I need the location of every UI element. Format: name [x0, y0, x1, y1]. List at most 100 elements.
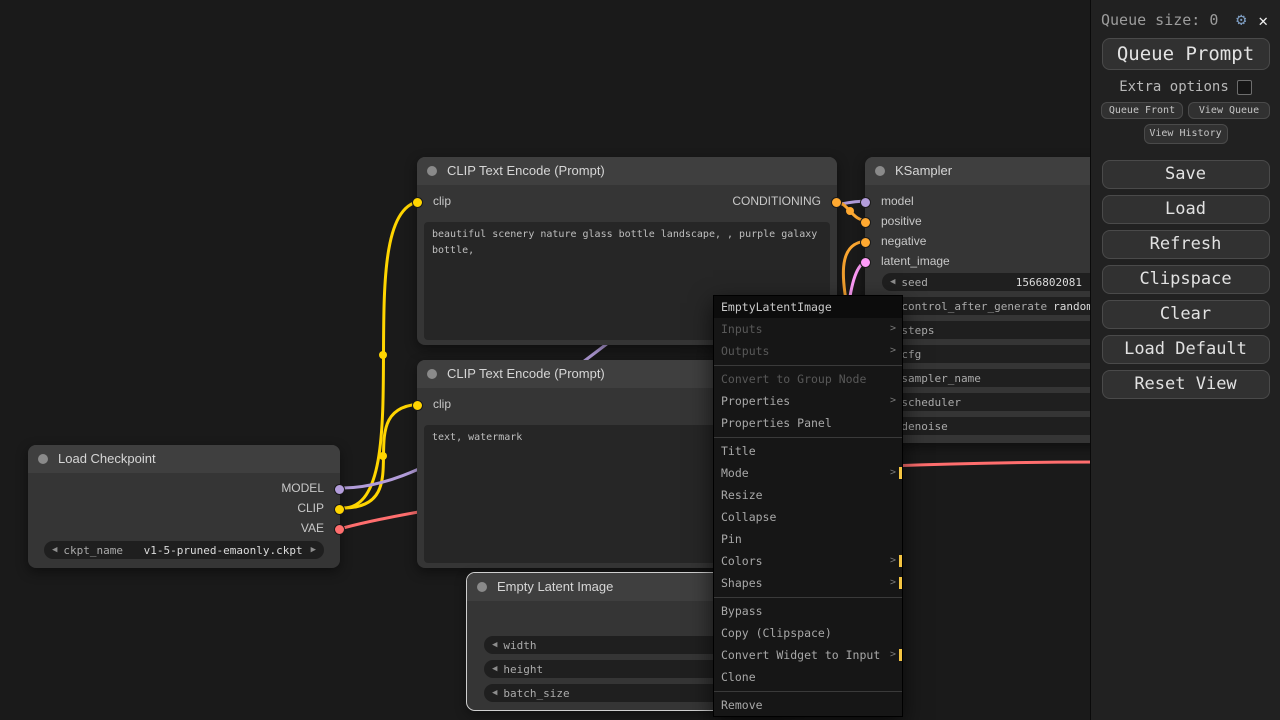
menu-item-colors[interactable]: Colors >: [714, 550, 902, 572]
widget-label: ckpt_name: [63, 543, 124, 557]
menu-separator: [714, 596, 902, 598]
menu-item-bypass[interactable]: Bypass: [714, 600, 902, 622]
model-output-port[interactable]: [334, 484, 345, 495]
menu-item-pin[interactable]: Pin: [714, 528, 902, 550]
positive-input-label: positive: [881, 214, 922, 228]
widget-label: cfg: [901, 347, 922, 361]
widget-decrement-icon[interactable]: ◀: [492, 664, 497, 674]
conditioning-output-port[interactable]: [831, 197, 842, 208]
reset-view-button[interactable]: Reset View: [1101, 370, 1270, 399]
load-button[interactable]: Load: [1101, 195, 1270, 224]
latent-image-input-port[interactable]: [860, 257, 871, 268]
menu-item-mode[interactable]: Mode >: [714, 462, 902, 484]
widget-label: sampler_name: [901, 371, 981, 385]
link-dot: [846, 207, 854, 215]
menu-separator: [714, 436, 902, 438]
negative-input-port[interactable]: [860, 237, 871, 248]
menu-separator: [714, 364, 902, 366]
clip-input-label: clip: [433, 194, 452, 208]
submenu-arrow-icon: >: [889, 345, 896, 356]
submenu-arrow-icon: >: [889, 323, 896, 334]
node-title: Empty Latent Image: [497, 579, 614, 594]
combo-prev-icon[interactable]: ◀: [52, 545, 57, 555]
scheduler-widget[interactable]: ◀ scheduler: [882, 393, 1098, 411]
positive-input-port[interactable]: [860, 217, 871, 228]
save-button[interactable]: Save: [1101, 160, 1270, 189]
menu-item-properties[interactable]: Properties >: [714, 390, 902, 412]
clip-output-port[interactable]: [334, 504, 345, 515]
model-input-port[interactable]: [860, 197, 871, 208]
clip-input-port[interactable]: [412, 400, 423, 411]
view-history-button[interactable]: View History: [1143, 124, 1228, 144]
menu-item-clone[interactable]: Clone: [714, 666, 902, 688]
node-title-bar[interactable]: KSampler: [865, 157, 1115, 185]
node-load-checkpoint[interactable]: Load Checkpoint MODEL CLIP VAE ◀ ckpt_na…: [28, 445, 345, 568]
node-title: CLIP Text Encode (Prompt): [447, 163, 605, 178]
widget-decrement-icon[interactable]: ◀: [492, 688, 497, 698]
menu-item-outputs: Outputs >: [714, 340, 902, 362]
node-title-bar[interactable]: Load Checkpoint: [28, 445, 340, 473]
menu-item-copy-clipspace[interactable]: Copy (Clipspace): [714, 622, 902, 644]
menu-item-shapes[interactable]: Shapes >: [714, 572, 902, 594]
clipspace-button[interactable]: Clipspace: [1101, 265, 1270, 294]
link-dot: [379, 452, 387, 460]
menu-item-collapse[interactable]: Collapse: [714, 506, 902, 528]
widget-label: steps: [901, 323, 935, 337]
cfg-widget[interactable]: ◀ cfg: [882, 345, 1098, 363]
menu-item-resize[interactable]: Resize: [714, 484, 902, 506]
context-menu-title: EmptyLatentImage: [714, 296, 902, 318]
node-title-bar[interactable]: CLIP Text Encode (Prompt): [417, 157, 837, 185]
submenu-arrow-icon: >: [889, 467, 896, 478]
submenu-arrow-icon: >: [889, 395, 896, 406]
view-queue-button[interactable]: View Queue: [1188, 102, 1270, 119]
negative-input-label: negative: [881, 234, 927, 248]
menu-item-title[interactable]: Title: [714, 440, 902, 462]
denoise-widget[interactable]: ◀ denoise: [882, 417, 1098, 435]
clear-button[interactable]: Clear: [1101, 300, 1270, 329]
latent-image-input-label: latent_image: [881, 254, 950, 268]
menu-item-convert-widget-to-input[interactable]: Convert Widget to Input >: [714, 644, 902, 666]
close-icon[interactable]: ✕: [1258, 11, 1268, 30]
refresh-button[interactable]: Refresh: [1101, 230, 1270, 259]
extra-options-checkbox[interactable]: [1236, 79, 1252, 95]
clip-input-label: clip: [433, 397, 452, 411]
model-input-label: model: [881, 194, 914, 208]
collapse-dot[interactable]: [477, 582, 487, 592]
combo-next-icon[interactable]: ▶: [311, 545, 316, 555]
widget-label: denoise: [901, 419, 948, 433]
widget-label: scheduler: [901, 395, 962, 409]
seed-widget[interactable]: ◀ seed 1566802081: [882, 273, 1098, 291]
clip-input-port[interactable]: [412, 197, 423, 208]
node-title: KSampler: [895, 163, 953, 178]
queue-size-label: Queue size: 0: [1101, 11, 1219, 29]
widget-decrement-icon[interactable]: ◀: [890, 277, 895, 287]
control-after-generate-widget[interactable]: ◀ control_after_generate randomize: [882, 297, 1098, 315]
ckpt-name-combo[interactable]: ◀ ckpt_name v1-5-pruned-emaonly.ckpt ▶: [44, 541, 324, 559]
widget-label: height: [503, 662, 544, 676]
menu-item-convert-to-group-node: Convert to Group Node: [721, 372, 867, 386]
queue-prompt-button[interactable]: Queue Prompt: [1101, 38, 1270, 70]
menu-item-remove[interactable]: Remove: [714, 694, 902, 716]
clip-output-label: CLIP: [297, 501, 324, 515]
collapse-dot[interactable]: [427, 166, 437, 176]
link-dot: [379, 351, 387, 359]
comfy-menu-panel: Queue size: 0 ⚙ ✕ Queue Prompt Extra opt…: [1090, 0, 1280, 720]
widget-decrement-icon[interactable]: ◀: [492, 640, 497, 650]
menu-item-properties-panel[interactable]: Properties Panel: [714, 412, 902, 434]
widget-label: seed: [901, 275, 928, 289]
widget-label: width: [503, 638, 537, 652]
collapse-dot[interactable]: [427, 369, 437, 379]
sampler-name-widget[interactable]: ◀ sampler_name: [882, 369, 1098, 387]
steps-widget[interactable]: ◀ steps: [882, 321, 1098, 339]
submenu-arrow-icon: >: [889, 577, 896, 588]
collapse-dot[interactable]: [875, 166, 885, 176]
collapse-dot[interactable]: [38, 454, 48, 464]
extra-options-label: Extra options: [1119, 79, 1229, 95]
widget-value: 1566802081: [1015, 275, 1082, 289]
load-default-button[interactable]: Load Default: [1101, 335, 1270, 364]
widget-label: batch_size: [503, 686, 570, 700]
settings-gear-icon[interactable]: ⚙: [1236, 10, 1246, 30]
queue-front-button[interactable]: Queue Front: [1101, 102, 1183, 119]
vae-output-port[interactable]: [334, 524, 345, 535]
submenu-arrow-icon: >: [889, 555, 896, 566]
